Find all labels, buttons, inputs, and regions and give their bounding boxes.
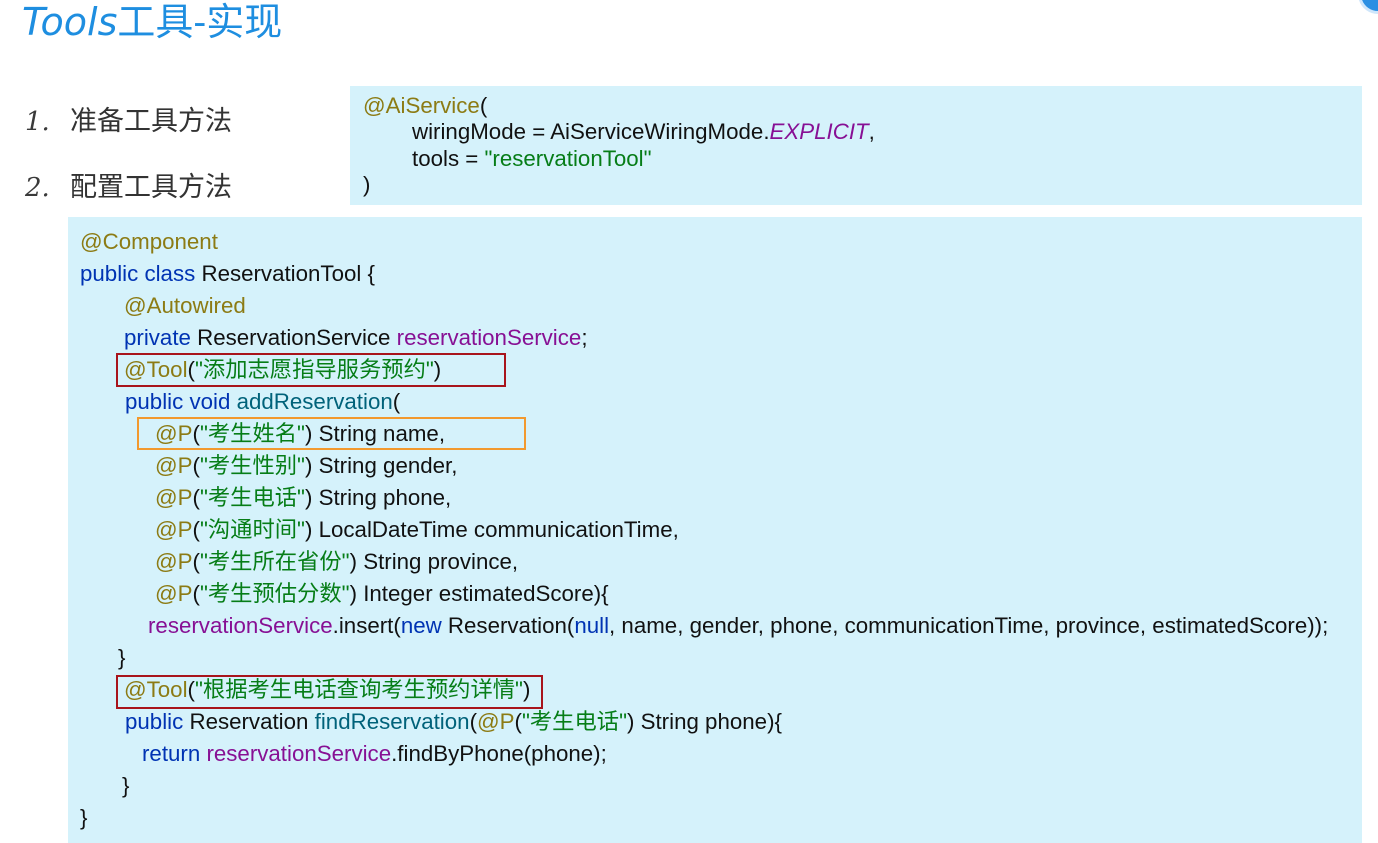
code-token: (	[192, 549, 200, 574]
code-line: @P("考生性别") String gender,	[68, 450, 1362, 482]
highlight-box-add-tool-annotation	[116, 353, 506, 387]
code-token: ) String gender,	[304, 453, 458, 478]
code-token: }	[122, 773, 130, 798]
code-token: reservationService	[148, 613, 333, 638]
code-token: , name, gender, phone, communicationTime…	[609, 613, 1329, 638]
code-token: (	[469, 709, 478, 734]
step-label: 准备工具方法	[70, 106, 232, 137]
code-token: public class	[80, 261, 196, 286]
code-line: @Autowired	[68, 290, 1362, 322]
code-token: (	[192, 485, 200, 510]
code-token: "考生性别"	[199, 453, 305, 478]
code-line: @P("沟通时间") LocalDateTime communicationTi…	[68, 514, 1362, 546]
step-item: 1. 准备工具方法	[25, 102, 232, 142]
slide: Tools工具-实现 1. 准备工具方法 2. 配置工具方法 @AiServic…	[0, 0, 1378, 843]
code-token: null	[574, 613, 610, 638]
code-token: @P	[155, 581, 193, 606]
code-token: @P	[155, 453, 193, 478]
code-line: @Component	[68, 226, 1362, 258]
code-token: (	[192, 517, 200, 542]
code-line: reservationService.insert(new Reservatio…	[68, 610, 1362, 642]
step-number: 1.	[25, 107, 50, 137]
code-token: "沟通时间"	[199, 517, 305, 542]
code-token: (	[479, 92, 488, 118]
code-line: }	[68, 770, 1362, 802]
code-token: ) String phone){	[627, 709, 782, 734]
ai-service-code-block: @AiService( wiringMode = AiServiceWiring…	[350, 86, 1362, 205]
code-token: ;	[581, 325, 588, 350]
code-token: @P	[155, 549, 193, 574]
step-label: 配置工具方法	[70, 172, 232, 203]
highlight-box-name-parameter	[137, 417, 526, 450]
code-token: @P	[155, 485, 193, 510]
code-token: return	[142, 741, 201, 766]
code-token: Reservation(	[441, 613, 575, 638]
code-line: public void addReservation(	[68, 386, 1362, 418]
code-token: @P	[155, 517, 193, 542]
code-token: @AiService	[363, 92, 480, 118]
code-token: "考生电话"	[199, 485, 305, 510]
code-line: return reservationService.findByPhone(ph…	[68, 738, 1362, 770]
code-token: reservationService	[206, 741, 392, 766]
code-token: "考生预估分数"	[199, 581, 350, 606]
code-line: tools = "reservationTool"	[350, 146, 1362, 173]
steps-list: 1. 准备工具方法 2. 配置工具方法	[25, 102, 265, 208]
code-token: (	[192, 581, 200, 606]
code-token: }	[80, 805, 88, 830]
code-line: )	[350, 172, 1362, 199]
step-number: 2.	[25, 173, 50, 203]
title-chinese-text: 工具-实现	[117, 0, 283, 44]
code-token: ReservationTool {	[195, 261, 375, 286]
title-latin-text: Tools	[22, 0, 118, 44]
corner-accent-shape	[1358, 0, 1378, 14]
code-token: reservationService	[396, 325, 582, 350]
code-token: EXPLICIT	[769, 119, 869, 145]
code-line: @P("考生电话") String phone,	[68, 482, 1362, 514]
reservation-tool-code-block: @Component public class ReservationTool …	[68, 217, 1362, 843]
code-token: ) LocalDateTime communicationTime,	[304, 517, 679, 542]
code-line: @P("考生预估分数") Integer estimatedScore){	[68, 578, 1362, 610]
code-line: public Reservation findReservation(@P("考…	[68, 706, 1362, 738]
code-token: ) String province,	[349, 549, 519, 574]
code-token: "考生所在省份"	[199, 549, 350, 574]
code-token: @Autowired	[124, 293, 246, 318]
code-token: }	[118, 645, 126, 670]
code-token: findReservation	[314, 709, 470, 734]
highlight-box-find-tool-annotation	[116, 675, 543, 709]
code-token: (	[192, 453, 200, 478]
code-token: .insert(	[332, 613, 401, 638]
code-line: @P("考生所在省份") String province,	[68, 546, 1362, 578]
step-item: 2. 配置工具方法	[25, 168, 232, 208]
slide-title: Tools工具-实现	[22, 0, 282, 44]
code-token: @Component	[80, 229, 218, 254]
code-line: wiringMode = AiServiceWiringMode.EXPLICI…	[350, 119, 1362, 146]
code-token: wiringMode = AiServiceWiringMode.	[412, 119, 770, 145]
code-token: (	[514, 709, 522, 734]
code-token: )	[363, 172, 371, 198]
code-token: ) Integer estimatedScore){	[349, 581, 609, 606]
code-token: public	[125, 709, 184, 734]
code-line: public class ReservationTool {	[68, 258, 1362, 290]
code-token: .findByPhone(phone);	[391, 741, 607, 766]
code-token: @P	[477, 709, 515, 734]
code-line: }	[68, 642, 1362, 674]
code-token: ) String phone,	[304, 485, 452, 510]
code-token: "reservationTool"	[484, 145, 652, 171]
code-token: ReservationService	[190, 325, 397, 350]
code-token: "考生电话"	[521, 709, 627, 734]
code-token: private	[124, 325, 191, 350]
code-token: Reservation	[183, 709, 315, 734]
code-line: }	[68, 802, 1362, 834]
code-token: (	[392, 389, 401, 414]
code-line: private ReservationService reservationSe…	[68, 322, 1362, 354]
code-token: new	[400, 613, 442, 638]
code-token: tools =	[412, 145, 485, 171]
code-token: public void	[125, 389, 231, 414]
code-line: @AiService(	[350, 93, 1362, 120]
code-token: addReservation	[236, 389, 393, 414]
code-token: ,	[868, 119, 875, 145]
